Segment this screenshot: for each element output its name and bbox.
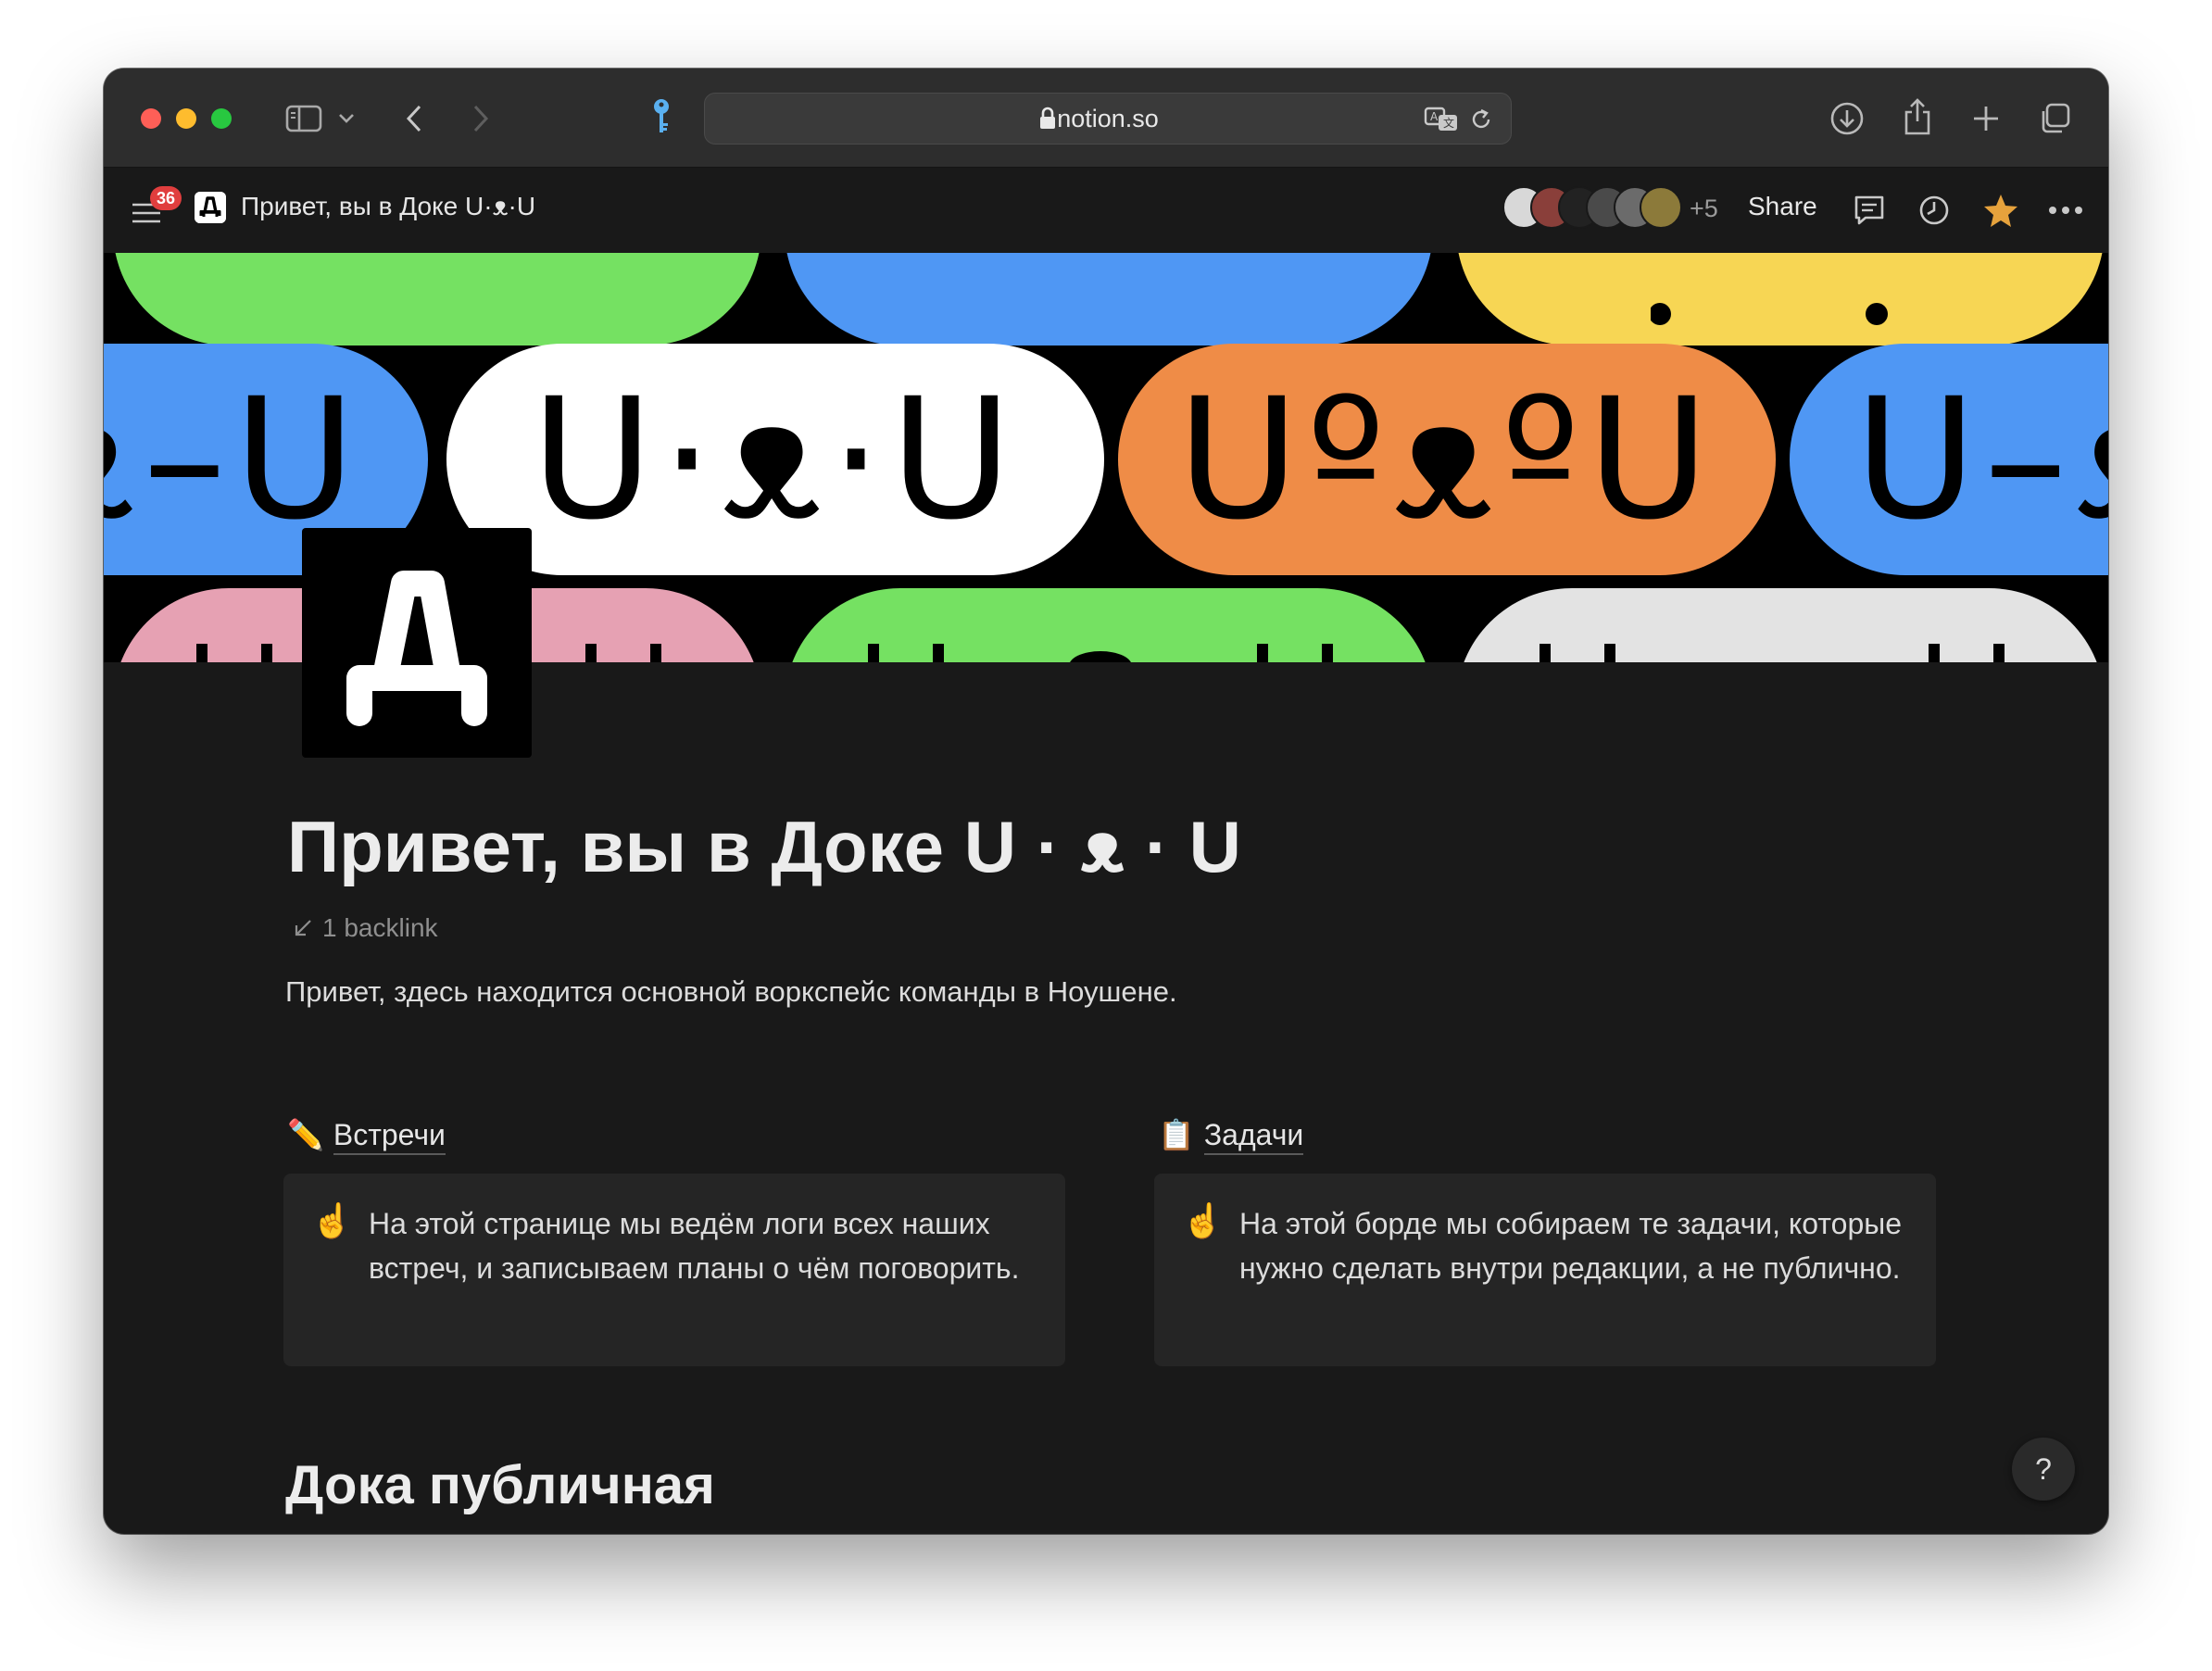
- cover-pill: [1456, 588, 2105, 662]
- cover-pill: U–ᴥ–U: [1790, 344, 2108, 575]
- browser-toolbar: notion.so A文: [104, 69, 2108, 168]
- notification-badge: 36: [150, 186, 182, 210]
- reload-icon[interactable]: [1468, 107, 1494, 132]
- tasks-callout-text: На этой борде мы собираем те задачи, кот…: [1239, 1207, 1903, 1285]
- intro-text[interactable]: Привет, здесь находится основной воркспе…: [285, 972, 1177, 1012]
- history-icon[interactable]: [1916, 192, 1953, 229]
- address-bar[interactable]: notion.so A文: [704, 93, 1512, 144]
- sidebar-toggle-icon[interactable]: [283, 102, 324, 135]
- cover-pill: [1456, 253, 2105, 346]
- page-title[interactable]: Привет, вы в Доке U · ᴥ · U: [287, 800, 1241, 893]
- close-window-button[interactable]: [141, 108, 161, 129]
- pencil-icon: ✏️: [287, 1118, 324, 1151]
- zoom-window-button[interactable]: [211, 108, 232, 129]
- svg-text:文: 文: [1443, 116, 1454, 130]
- meetings-link-label: Встречи: [333, 1118, 446, 1155]
- cover-face: U–ᴥ–U: [1854, 362, 2108, 557]
- share-button[interactable]: Share: [1748, 188, 1817, 225]
- back-icon[interactable]: [400, 100, 428, 137]
- backlink-label: 1 backlink: [322, 913, 438, 942]
- avatars-more-count[interactable]: +5: [1690, 190, 1718, 227]
- browser-window: notion.so A文 36 Привет, вы в Доке U·ᴥ·U …: [104, 69, 2108, 1534]
- minimize-window-button[interactable]: [176, 108, 196, 129]
- cover-face: UºᴥºU: [1176, 362, 1717, 557]
- meetings-link[interactable]: ✏️ Встречи: [287, 1112, 446, 1158]
- comments-icon[interactable]: [1851, 192, 1888, 229]
- backlink-arrow-icon: [293, 911, 313, 949]
- pointing-up-icon: ☝️: [311, 1201, 353, 1239]
- notion-topbar: 36 Привет, вы в Доке U·ᴥ·U +5 Share: [104, 168, 2108, 253]
- page-icon[interactable]: [302, 528, 532, 758]
- meetings-callout-text: На этой странице мы ведём логи всех наши…: [369, 1207, 1020, 1285]
- pointing-up-icon: ☝️: [1182, 1201, 1224, 1239]
- more-options-icon[interactable]: [2045, 197, 2086, 223]
- forward-icon[interactable]: [467, 100, 495, 137]
- translate-icon[interactable]: A文: [1424, 105, 1461, 134]
- chevron-down-icon[interactable]: [335, 107, 358, 130]
- clipboard-icon: 📋: [1158, 1118, 1195, 1151]
- cover-pill: [785, 588, 1433, 662]
- password-key-icon[interactable]: [647, 96, 676, 137]
- new-tab-icon[interactable]: [1967, 100, 2005, 137]
- backlink[interactable]: 1 backlink: [293, 910, 438, 949]
- section-heading[interactable]: Дока публичная: [285, 1449, 715, 1523]
- tasks-callout[interactable]: ☝️ На этой борде мы собираем те задачи, …: [1154, 1174, 1936, 1366]
- cover-pill: [785, 253, 1433, 346]
- share-page-icon[interactable]: [1899, 96, 1936, 137]
- avatar[interactable]: [1640, 186, 1682, 229]
- tasks-link-label: Задачи: [1203, 1118, 1304, 1155]
- tasks-link[interactable]: 📋 Задачи: [1158, 1112, 1304, 1158]
- svg-text:A: A: [1430, 110, 1439, 123]
- downloads-icon[interactable]: [1829, 100, 1866, 137]
- favorite-star-icon[interactable]: [1980, 190, 2021, 231]
- url-text: notion.so: [1057, 105, 1159, 132]
- cover-pill: UºᴥºU: [1118, 344, 1776, 575]
- cover-pill: U·ᴥ·U: [446, 344, 1104, 575]
- collaborator-avatars[interactable]: [1502, 186, 1682, 231]
- cover-pill: [113, 253, 761, 346]
- tab-overview-icon[interactable]: [2036, 100, 2073, 137]
- cover-face: U·ᴥ·U: [531, 362, 1020, 557]
- page-icon-small[interactable]: [195, 192, 226, 223]
- help-button[interactable]: ?: [2012, 1438, 2075, 1501]
- meetings-callout[interactable]: ☝️ На этой странице мы ведём логи всех н…: [283, 1174, 1065, 1366]
- breadcrumb-title[interactable]: Привет, вы в Доке U·ᴥ·U: [241, 188, 535, 225]
